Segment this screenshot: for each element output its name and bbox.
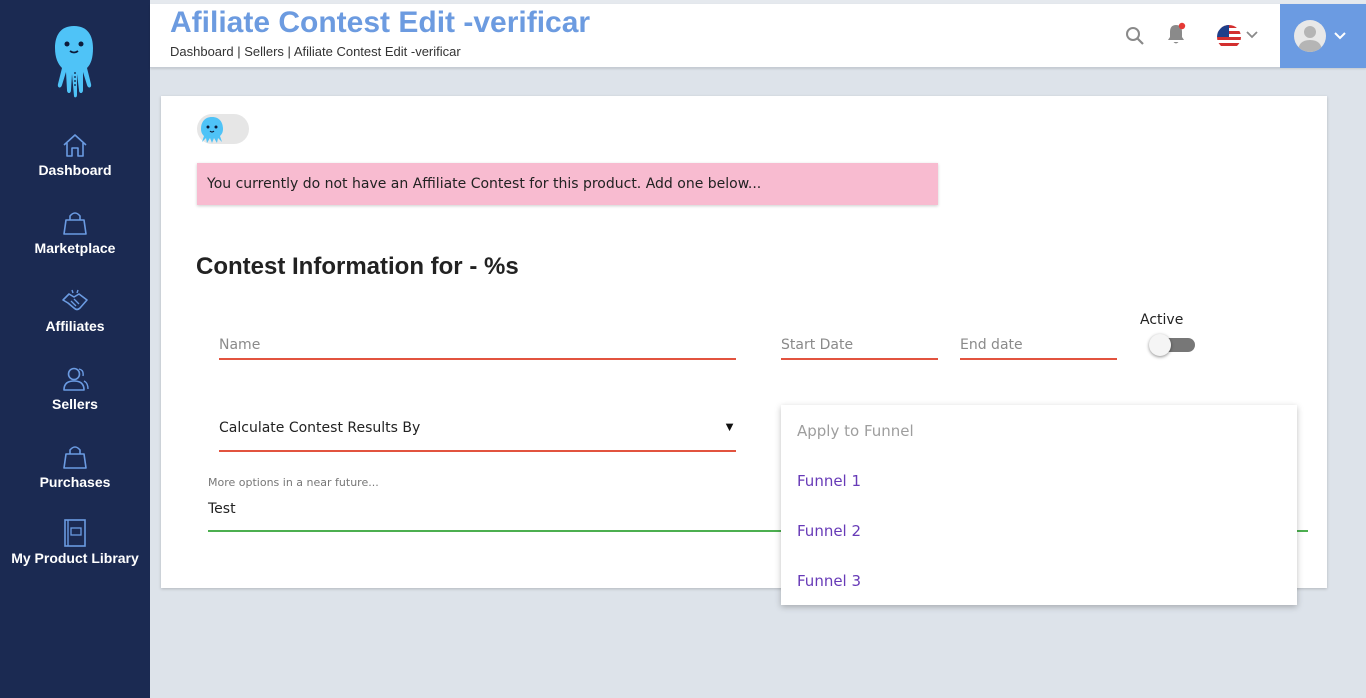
sidebar: Dashboard Marketplace Affiliates Sellers… [0, 0, 150, 698]
end-date-field[interactable]: End date [960, 334, 1117, 360]
apply-to-funnel-header: Apply to Funnel [797, 422, 914, 440]
chevron-down-icon[interactable] [1246, 31, 1258, 39]
book-icon [64, 519, 86, 547]
dropdown-caret-icon: ▼ [723, 419, 736, 434]
sidebar-item-label: My Product Library [11, 550, 139, 566]
avatar [1294, 20, 1326, 52]
header: Afiliate Contest Edit -verificar Dashboa… [150, 4, 1366, 68]
home-icon [63, 134, 87, 157]
more-options-hint: More options in a near future... [208, 476, 379, 489]
sidebar-item-dashboard[interactable]: Dashboard [0, 130, 150, 178]
handshake-icon [62, 289, 88, 311]
funnel-option[interactable]: Funnel 2 [797, 522, 861, 540]
no-contest-alert: You currently do not have an Affiliate C… [197, 163, 938, 205]
sidebar-item-label: Sellers [52, 396, 98, 412]
calculate-results-value: Calculate Contest Results By [219, 420, 421, 436]
sidebar-item-purchases[interactable]: Purchases [0, 442, 150, 490]
toggle-thumb [1149, 334, 1171, 356]
sidebar-item-label: Affiliates [45, 318, 105, 334]
user-menu-button[interactable] [1280, 4, 1366, 68]
sidebar-item-marketplace[interactable]: Marketplace [0, 208, 150, 256]
octopus-toggle[interactable] [197, 114, 249, 144]
end-date-placeholder: End date [960, 337, 1023, 353]
sidebar-item-sellers[interactable]: Sellers [0, 364, 150, 412]
shopping-bag-icon [63, 212, 87, 235]
shopping-bag-icon [63, 446, 87, 469]
funnel-option[interactable]: Funnel 1 [797, 472, 861, 490]
us-flag-icon[interactable] [1216, 24, 1242, 50]
page-title: Afiliate Contest Edit -verificar [170, 6, 591, 39]
sidebar-item-my-product-library[interactable]: My Product Library [0, 518, 150, 566]
sidebar-item-label: Dashboard [38, 162, 112, 178]
name-field[interactable]: Name [219, 334, 736, 360]
sidebar-item-label: Purchases [39, 474, 111, 490]
breadcrumb[interactable]: Dashboard | Sellers | Afiliate Contest E… [170, 44, 461, 59]
chevron-down-icon [1334, 32, 1346, 40]
start-date-field[interactable]: Start Date [781, 334, 938, 360]
sidebar-item-affiliates[interactable]: Affiliates [0, 286, 150, 334]
calculate-results-select[interactable]: Calculate Contest Results By ▼ [219, 416, 736, 452]
active-toggle[interactable] [1149, 334, 1197, 356]
bell-icon[interactable] [1165, 22, 1187, 46]
funnel-option[interactable]: Funnel 3 [797, 572, 861, 590]
apply-to-funnel-menu: Apply to Funnel Funnel 1 Funnel 2 Funnel… [781, 405, 1297, 605]
start-date-placeholder: Start Date [781, 337, 854, 353]
user-silhouette-icon [1298, 26, 1322, 52]
search-icon[interactable] [1125, 26, 1145, 46]
octopus-icon [201, 117, 223, 143]
name-placeholder: Name [219, 337, 261, 353]
test-input-value: Test [208, 501, 236, 517]
sidebar-item-label: Marketplace [34, 240, 116, 256]
users-icon [63, 367, 89, 391]
section-title: Contest Information for - %s [196, 253, 519, 280]
active-label: Active [1140, 312, 1184, 328]
octopus-logo-icon[interactable] [50, 22, 98, 98]
